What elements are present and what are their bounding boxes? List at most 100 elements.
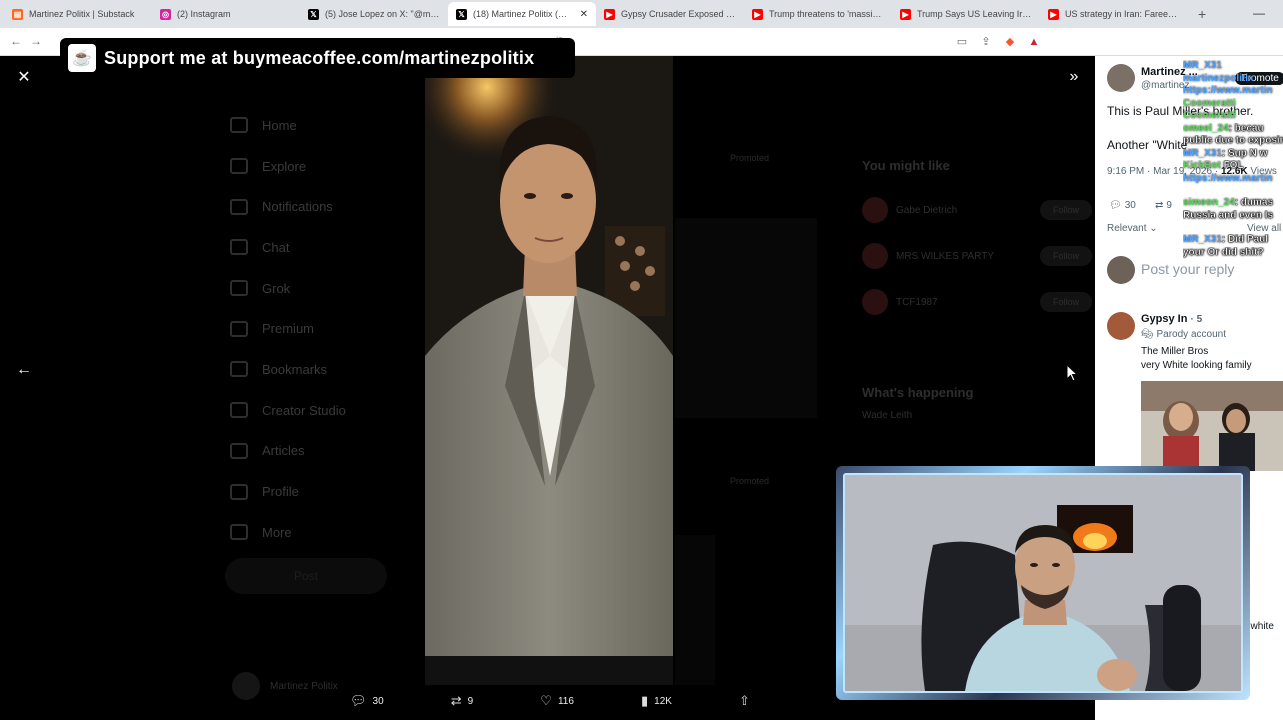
promoted-label: Promoted — [730, 153, 770, 163]
like-count: 116 — [557, 695, 574, 707]
minimize-icon[interactable]: — — [1253, 6, 1265, 20]
follow-button[interactable]: Follow — [1040, 200, 1092, 220]
chat-line: public due to exposing — [1183, 135, 1283, 148]
articles-icon — [230, 442, 248, 459]
nav-item[interactable]: Explore — [230, 146, 346, 187]
close-icon[interactable]: ✕ — [11, 64, 37, 90]
nav-item[interactable]: Notifications — [230, 186, 346, 227]
avatar — [232, 672, 260, 700]
suggestion-row[interactable]: MRS WILKES PARTY Follow — [862, 233, 1092, 279]
right-sidebar-background: You might like Gabe Dietrich Follow MRS … — [862, 150, 1092, 421]
nav-label: Explore — [262, 158, 307, 174]
tab-x-jose-lopez[interactable]: 𝕏 (5) Jose Lopez on X: "@martine — [300, 2, 448, 26]
avatar — [1107, 256, 1135, 284]
avatar[interactable] — [1107, 64, 1135, 92]
suggestion-row[interactable]: Gabe Dietrich Follow — [862, 187, 1092, 233]
chat-username: Coomeratti — [1183, 97, 1236, 109]
chat-line: Coomeratti — [1183, 110, 1283, 123]
reply-text-line: very White looking family — [1141, 360, 1252, 371]
reply-input[interactable]: Post your reply — [1141, 261, 1234, 277]
background-media — [675, 535, 715, 685]
chat-username: MR_X31 — [1183, 234, 1222, 245]
post-button[interactable]: Post — [225, 558, 387, 594]
tab-x-martinez-politix[interactable]: 𝕏 (18) Martinez Politix (@ma ✕ — [448, 2, 596, 26]
nav-item[interactable]: Bookmarks — [230, 349, 346, 390]
chat-icon — [230, 239, 248, 256]
chat-line: martinezpolitix — [1183, 73, 1283, 86]
tweet-text-line: Another "White — [1107, 138, 1188, 152]
nav-item[interactable]: Premium — [230, 308, 346, 349]
repost-button[interactable]: ⇄ 9 — [451, 693, 473, 709]
tab-title: Gypsy Crusader Exposed Finall — [621, 9, 736, 19]
chat-message: : Did Paul — [1221, 234, 1269, 245]
suggestion-name: TCF1987 — [896, 296, 938, 308]
youtube-icon: ▶ — [1048, 8, 1059, 20]
explore-icon — [230, 158, 248, 175]
close-tab-icon[interactable]: ✕ — [580, 9, 588, 20]
brave-rewards-icon[interactable]: ▲ — [1027, 35, 1041, 49]
views-button[interactable]: ▮ 12K — [641, 693, 672, 709]
reply-button[interactable]: 💬︎ 30 — [350, 693, 384, 709]
reply-image[interactable] — [1141, 381, 1283, 471]
sort-dropdown[interactable]: Relevant ⌄ — [1107, 223, 1158, 234]
more-icon — [230, 524, 248, 541]
share-button[interactable]: ⇧ — [739, 693, 750, 709]
brave-shield-icon[interactable]: ◆ — [1003, 35, 1017, 49]
avatar — [862, 243, 888, 269]
bookmark-icon — [230, 361, 248, 378]
suggestion-row[interactable]: TCF1987 Follow — [862, 279, 1092, 325]
nav-item[interactable]: Chat — [230, 227, 346, 268]
reply-icon: 💬︎ — [1109, 200, 1122, 211]
tab-youtube-trump-iran[interactable]: ▶ Trump Says US Leaving Iran 'In — [892, 2, 1040, 26]
chat-message: https://www.martin — [1183, 172, 1273, 184]
nav-item[interactable]: More — [230, 512, 346, 553]
chevrons-right-icon[interactable]: » — [1061, 64, 1087, 90]
repost-count: 9 — [1166, 200, 1172, 211]
nav-item[interactable]: Profile — [230, 471, 346, 512]
forward-icon[interactable]: → — [30, 34, 42, 48]
avatar[interactable] — [1107, 312, 1135, 340]
sort-label: Relevant — [1107, 223, 1147, 234]
tab-instagram[interactable]: ◎ (2) Instagram — [152, 2, 300, 26]
tab-substack[interactable]: ▤ Martinez Politix | Substack — [4, 2, 152, 26]
follow-button[interactable]: Follow — [1040, 292, 1092, 312]
nav-item[interactable]: Articles — [230, 431, 346, 472]
share-icon[interactable]: ⇪ — [979, 35, 993, 49]
tab-title: (5) Jose Lopez on X: "@martine — [325, 9, 440, 19]
follow-button[interactable]: Follow — [1040, 246, 1092, 266]
tab-youtube-trump-threatens[interactable]: ▶ Trump threatens to 'massively — [744, 2, 892, 26]
home-icon — [230, 117, 248, 134]
new-tab-button[interactable]: + — [1188, 6, 1216, 22]
webcam-frame — [836, 466, 1250, 700]
arrow-left-icon[interactable]: ← — [11, 357, 37, 383]
chat-line: https://www.martin — [1183, 85, 1283, 98]
chat-message: FOL — [1223, 160, 1244, 171]
parody-text: Parody account — [1156, 329, 1226, 340]
nav-item[interactable]: Grok — [230, 268, 346, 309]
account-switcher[interactable]: Martinez Politix — [232, 672, 338, 700]
chat-line: MR_X31 — [1183, 60, 1283, 73]
chat-username: KickBot — [1183, 160, 1221, 171]
banner-text: Support me at buymeacoffee.com/martinezp… — [104, 47, 535, 68]
reply-text-line: The Miller Bros — [1141, 346, 1209, 357]
reply-stat[interactable]: 💬︎ 30 — [1109, 200, 1136, 211]
nav-label: Premium — [262, 321, 315, 337]
creator-studio-icon — [230, 402, 248, 419]
reply-author[interactable]: Gypsy In · 5 — [1141, 313, 1202, 325]
tab-youtube-gypsy[interactable]: ▶ Gypsy Crusader Exposed Finall — [596, 2, 744, 26]
nav-item[interactable]: Creator Studio — [230, 390, 346, 431]
trend-item[interactable]: Wade Leith — [862, 410, 1092, 421]
repost-stat[interactable]: ⇄ 9 — [1155, 200, 1172, 211]
nav-item[interactable]: Home — [230, 105, 346, 146]
cast-icon[interactable]: ▭ — [955, 35, 969, 49]
nav-label: Chat — [262, 239, 290, 255]
nav-label: Profile — [262, 484, 299, 500]
like-button[interactable]: ♡ 116 — [540, 693, 574, 709]
back-icon[interactable]: ← — [10, 34, 22, 48]
chat-message: : becau — [1228, 122, 1264, 134]
tab-youtube-fareed[interactable]: ▶ US strategy in Iran: Fareed's 'In — [1040, 2, 1188, 26]
suggestion-name: Gabe Dietrich — [896, 204, 958, 216]
chat-username: MR_X31 — [1183, 60, 1222, 71]
suggestion-name: MRS WILKES PARTY — [896, 250, 994, 262]
tab-title: (18) Martinez Politix (@ma — [473, 9, 574, 19]
